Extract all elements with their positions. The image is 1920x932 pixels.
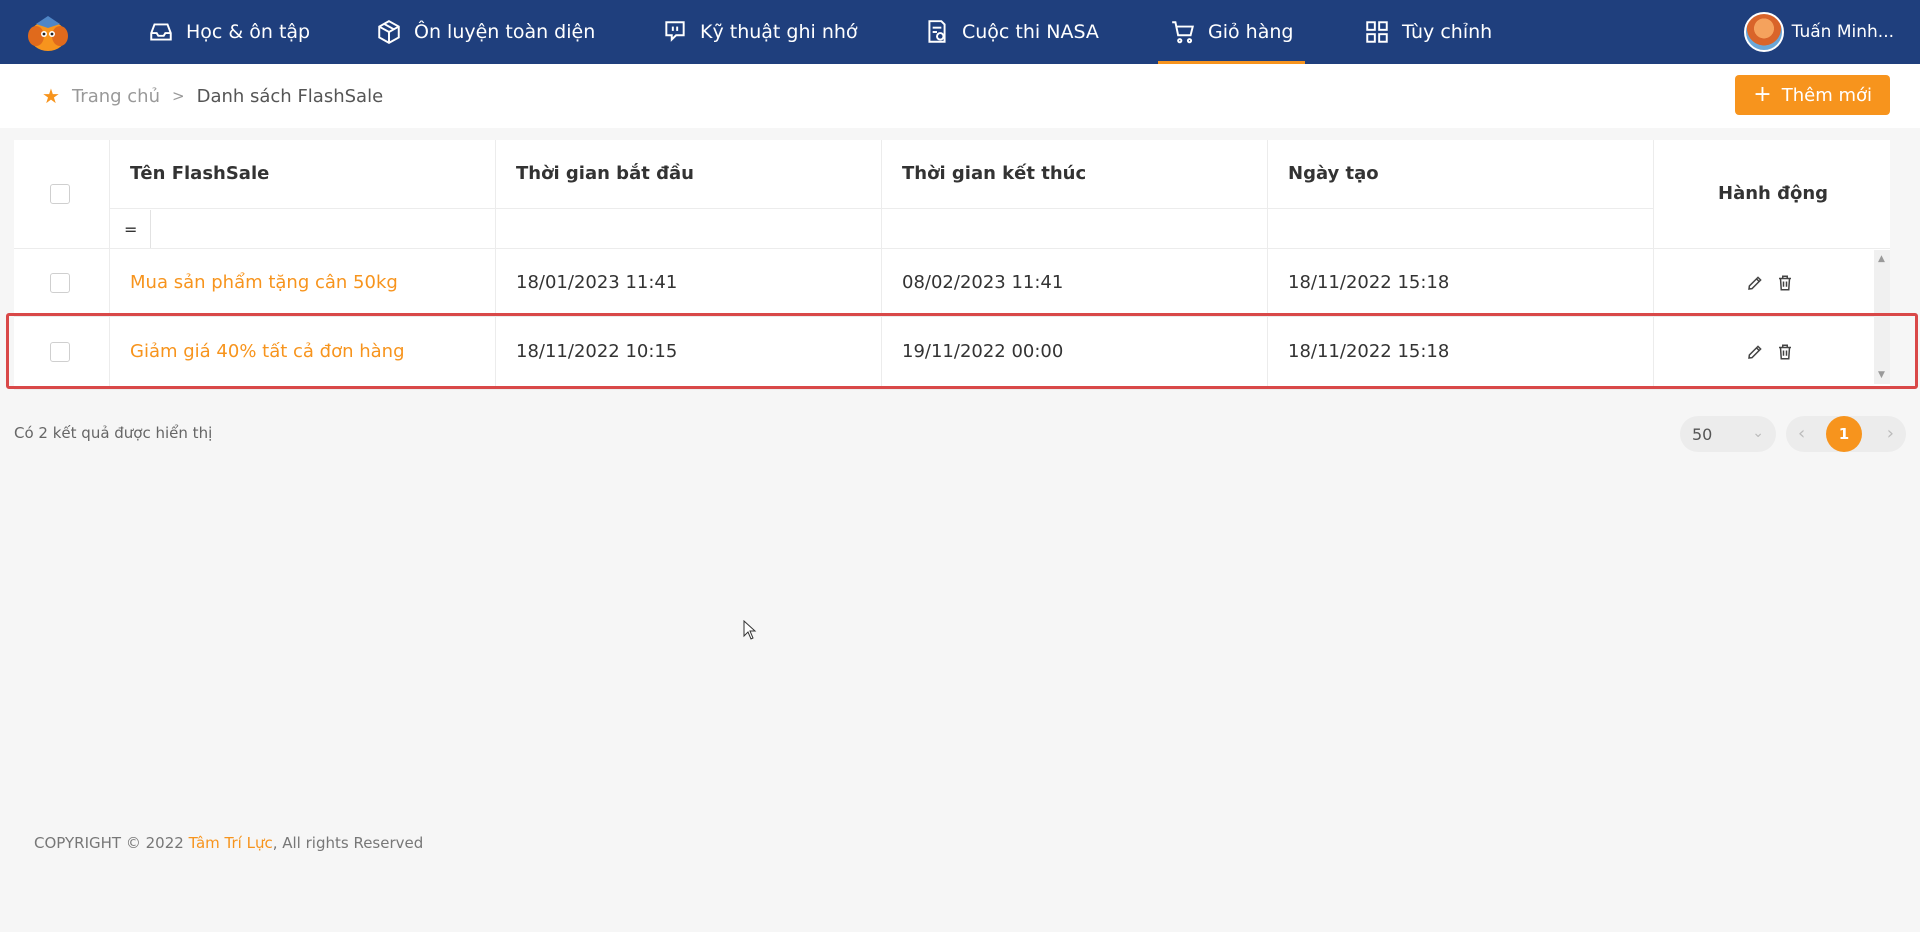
user-menu[interactable]: Tuấn Minh... bbox=[1743, 0, 1894, 64]
select-all-checkbox[interactable] bbox=[50, 184, 70, 204]
scroll-up-icon[interactable]: ▲ bbox=[1878, 254, 1885, 264]
edit-icon[interactable] bbox=[1746, 274, 1764, 292]
trash-icon[interactable] bbox=[1776, 274, 1794, 292]
nav-item-ky-thuat[interactable]: Kỹ thuật ghi nhớ bbox=[662, 0, 858, 64]
row-start: 18/01/2023 11:41 bbox=[516, 272, 678, 293]
row-checkbox[interactable] bbox=[50, 273, 70, 293]
breadcrumb: ★ Trang chủ > Danh sách FlashSale bbox=[42, 84, 383, 108]
row-created: 18/11/2022 15:18 bbox=[1288, 341, 1450, 362]
nav-item-label: Tùy chỉnh bbox=[1402, 21, 1493, 43]
nav-item-label: Cuộc thi NASA bbox=[962, 21, 1099, 43]
breadcrumb-current: Danh sách FlashSale bbox=[196, 85, 384, 107]
row-divider bbox=[14, 389, 1890, 390]
document-icon bbox=[928, 20, 946, 43]
nav-item-label: Giỏ hàng bbox=[1208, 21, 1294, 43]
scroll-down-icon[interactable]: ▼ bbox=[1878, 370, 1885, 380]
row-end: 08/02/2023 11:41 bbox=[902, 272, 1064, 293]
flashsale-table: Tên FlashSale Thời gian bắt đầu Thời gia… bbox=[14, 140, 1890, 390]
inbox-icon bbox=[150, 23, 172, 41]
page-button-current[interactable]: 1 bbox=[1826, 416, 1862, 452]
top-navbar: Học & ôn tập Ôn luyện toàn diện Kỹ thuật… bbox=[0, 0, 1920, 64]
nav-item-tuy-chinh[interactable]: Tùy chỉnh bbox=[1364, 0, 1492, 64]
header-divider bbox=[110, 208, 1654, 209]
add-new-button[interactable]: + Thêm mới bbox=[1735, 75, 1890, 115]
star-icon: ★ bbox=[42, 84, 60, 108]
header-actions: Hành động bbox=[1718, 183, 1829, 204]
header-start[interactable]: Thời gian bắt đầu bbox=[516, 163, 694, 184]
plus-icon: + bbox=[1753, 82, 1772, 107]
copyright-brand-link[interactable]: Tâm Trí Lực bbox=[189, 834, 273, 852]
grid-icon bbox=[1366, 21, 1388, 43]
prev-page-button[interactable]: ‹ bbox=[1798, 423, 1805, 444]
cube-icon bbox=[378, 20, 400, 44]
nav-item-label: Kỹ thuật ghi nhớ bbox=[700, 21, 858, 43]
filter-divider bbox=[14, 248, 1890, 249]
nav-item-label: Học & ôn tập bbox=[186, 21, 311, 43]
row-name-link[interactable]: Mua sản phẩm tặng cân 50kg bbox=[130, 272, 398, 293]
breadcrumb-separator: > bbox=[172, 87, 185, 105]
header-end[interactable]: Thời gian kết thúc bbox=[902, 163, 1086, 184]
result-count: Có 2 kết quả được hiển thị bbox=[14, 424, 213, 442]
chat-icon bbox=[665, 21, 685, 42]
add-new-label: Thêm mới bbox=[1781, 84, 1872, 106]
filter-name-input[interactable] bbox=[152, 212, 492, 246]
copyright-prefix: COPYRIGHT © 2022 bbox=[34, 834, 189, 852]
page-size-select[interactable]: 50 ⌄ bbox=[1680, 416, 1776, 452]
edit-icon[interactable] bbox=[1746, 343, 1764, 361]
breadcrumb-home[interactable]: Trang chủ bbox=[72, 86, 160, 107]
row-name-link[interactable]: Giảm giá 40% tất cả đơn hàng bbox=[130, 341, 405, 362]
user-name: Tuấn Minh... bbox=[1791, 22, 1894, 42]
nav-item-gio-hang[interactable]: Giỏ hàng bbox=[1157, 0, 1306, 64]
row-created: 18/11/2022 15:18 bbox=[1288, 272, 1450, 293]
filter-operator[interactable]: = bbox=[124, 220, 137, 239]
nav-item-label: Ôn luyện toàn diện bbox=[414, 21, 596, 43]
page-size-value: 50 bbox=[1692, 424, 1713, 444]
copyright: COPYRIGHT © 2022 Tâm Trí Lực, All rights… bbox=[34, 834, 423, 852]
pagination: ‹ 1 › bbox=[1786, 416, 1906, 452]
nav-item-on-luyen[interactable]: Ôn luyện toàn diện bbox=[376, 0, 595, 64]
row-divider bbox=[14, 316, 1890, 317]
column-actions bbox=[1654, 140, 1888, 390]
filter-separator bbox=[150, 210, 151, 248]
header-name[interactable]: Tên FlashSale bbox=[130, 163, 269, 184]
nav-item-hoc-on-tap[interactable]: Học & ôn tập bbox=[148, 0, 310, 64]
copyright-suffix: , All rights Reserved bbox=[272, 834, 424, 852]
logo-icon[interactable] bbox=[24, 12, 72, 52]
breadcrumb-bar: ★ Trang chủ > Danh sách FlashSale + Thêm… bbox=[0, 64, 1920, 128]
row-end: 19/11/2022 00:00 bbox=[902, 341, 1064, 362]
trash-icon[interactable] bbox=[1776, 343, 1794, 361]
mouse-cursor-icon bbox=[743, 620, 757, 640]
header-created[interactable]: Ngày tạo bbox=[1288, 163, 1379, 184]
table-scrollbar[interactable]: ▲ ▼ bbox=[1874, 250, 1890, 384]
chevron-down-icon: ⌄ bbox=[1752, 425, 1764, 441]
row-start: 18/11/2022 10:15 bbox=[516, 341, 678, 362]
row-checkbox[interactable] bbox=[50, 342, 70, 362]
avatar bbox=[1743, 12, 1784, 52]
next-page-button[interactable]: › bbox=[1887, 423, 1894, 444]
cart-icon bbox=[1172, 21, 1194, 44]
nav-item-cuoc-thi[interactable]: Cuộc thi NASA bbox=[924, 0, 1099, 64]
